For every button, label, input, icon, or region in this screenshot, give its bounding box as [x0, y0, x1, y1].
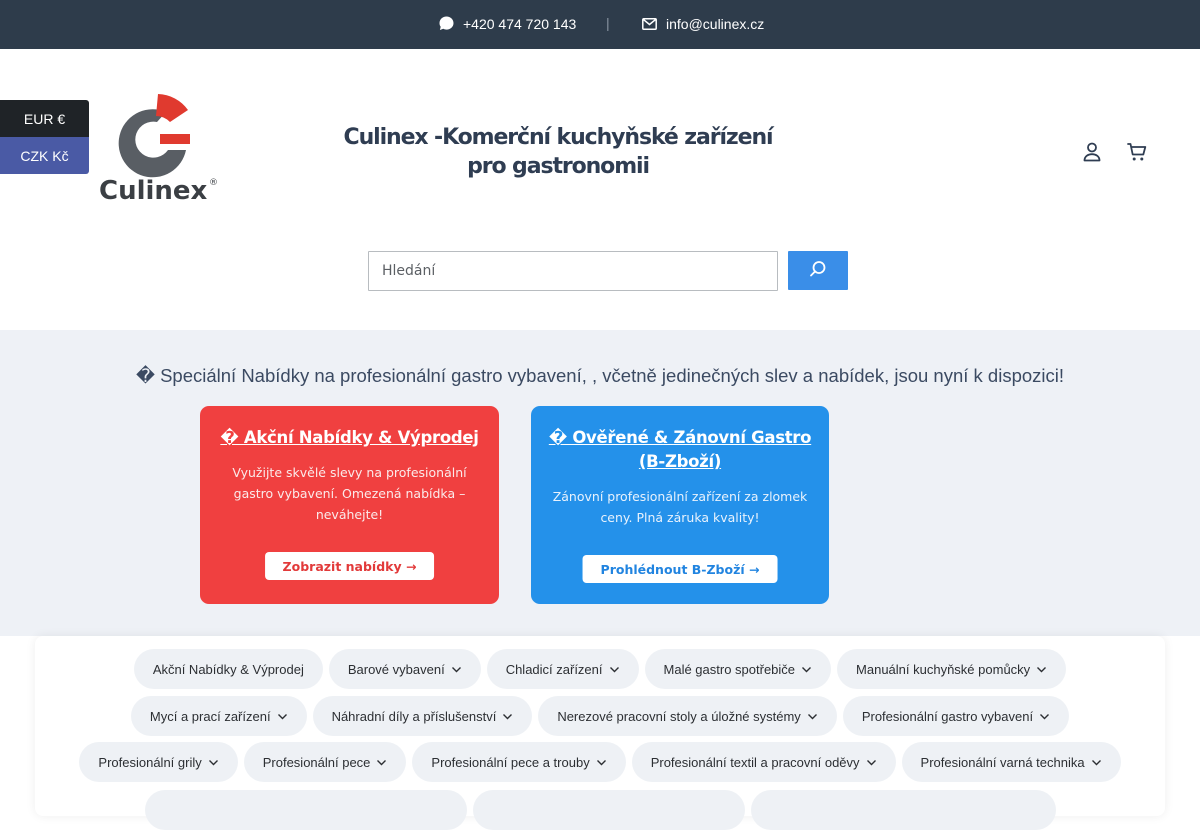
email-address: info@culinex.cz	[666, 15, 765, 32]
category-label: Barové vybavení	[347, 661, 445, 677]
email-contact[interactable]: info@culinex.cz	[641, 15, 764, 32]
chevron-down-icon	[866, 759, 876, 765]
currency-eur-option[interactable]: EUR €	[0, 100, 89, 137]
category-pill[interactable]: Barové vybavení	[328, 649, 481, 689]
category-row: Mycí a prací zařízení Náhradní díly a př…	[0, 696, 1200, 736]
category-label: Manuální kuchyňské pomůcky	[856, 661, 1031, 677]
chevron-down-icon	[807, 713, 817, 719]
chevron-down-icon	[451, 666, 461, 672]
search-button[interactable]	[788, 251, 848, 290]
promo-card-b-goods: � Ověřené & Zánovní Gastro (B-Zboží) Zán…	[531, 406, 829, 604]
category-label: Profesionální textil a pracovní oděvy	[650, 754, 860, 770]
category-pill[interactable]: Akční Nabídky & Výprodej	[133, 649, 323, 689]
category-pill[interactable]: Chladicí zařízení	[486, 649, 639, 689]
category-pill[interactable]	[144, 790, 467, 830]
category-pill[interactable]: Náhradní díly a příslušenství	[312, 696, 533, 736]
contact-separator: |	[606, 15, 610, 31]
category-label: Profesionální varná technika	[920, 754, 1085, 770]
category-pill[interactable]: Malé gastro spotřebiče	[644, 649, 832, 689]
category-label: Akční Nabídky & Výprodej	[152, 661, 304, 677]
chevron-down-icon	[609, 666, 619, 672]
promo-heading: � Speciální Nabídky na profesionální gas…	[135, 365, 1065, 386]
currency-czk-option[interactable]: CZK Kč	[0, 137, 89, 174]
category-pill[interactable]: Nerezové pracovní stoly a úložné systémy	[538, 696, 837, 736]
promo-card-title[interactable]: � Akční Nabídky & Výprodej	[216, 426, 483, 450]
phone-number: +420 474 720 143	[463, 15, 577, 32]
phone-contact[interactable]: +420 474 720 143	[438, 15, 576, 32]
category-label: Profesionální gastro vybavení	[861, 708, 1034, 724]
chat-bubble-icon	[438, 15, 455, 32]
logo-wordmark: Culinex	[99, 176, 208, 204]
category-label: Mycí a prací zařízení	[149, 708, 271, 724]
envelope-icon	[641, 15, 658, 32]
chevron-down-icon	[208, 759, 218, 765]
search-input[interactable]	[368, 251, 778, 291]
category-pill[interactable]: Profesionální pece a trouby	[412, 742, 626, 782]
registered-mark: ®	[209, 178, 218, 188]
category-pill[interactable]	[472, 790, 745, 830]
chevron-down-icon	[503, 713, 513, 719]
user-icon[interactable]	[1082, 141, 1104, 163]
search-icon	[809, 260, 827, 281]
promo-card-text: Zánovní profesionální zařízení za zlomek…	[552, 489, 808, 525]
top-contact-bar: +420 474 720 143 | info@culinex.cz	[0, 0, 1200, 49]
category-pill[interactable]: Profesionální grily	[79, 742, 238, 782]
chevron-down-icon	[277, 713, 287, 719]
category-pill[interactable]: Manuální kuchyňské pomůcky	[837, 649, 1067, 689]
promo-section: � Speciální Nabídky na profesionální gas…	[0, 330, 1200, 636]
category-label: Profesionální pece a trouby	[431, 754, 590, 770]
category-pill[interactable]: Profesionální pece	[243, 742, 407, 782]
chevron-down-icon	[1040, 713, 1050, 719]
site-title: Culinex -Komerční kuchyňské zařízení pro…	[343, 125, 774, 179]
category-label: Chladicí zařízení	[505, 661, 603, 677]
chevron-down-icon	[596, 759, 606, 765]
category-pill[interactable]: Profesionální textil a pracovní oděvy	[631, 742, 896, 782]
category-pill[interactable]	[750, 790, 1056, 830]
category-label: Profesionální pece	[262, 754, 371, 770]
category-pill[interactable]: Profesionální varná technika	[901, 742, 1121, 782]
category-row: Profesionální grily Profesionální pece P…	[0, 742, 1200, 782]
chevron-down-icon	[1091, 759, 1101, 765]
browse-b-goods-button[interactable]: Prohlédnout B-Zboží →	[582, 555, 778, 583]
promo-card-text: Využijte skvělé slevy na profesionální g…	[232, 465, 467, 522]
promo-card-title[interactable]: � Ověřené & Zánovní Gastro (B-Zboží)	[547, 426, 813, 474]
category-pill[interactable]: Profesionální gastro vybavení	[842, 696, 1070, 736]
category-row-partial	[0, 790, 1200, 830]
chevron-down-icon	[1037, 666, 1047, 672]
category-pill[interactable]: Mycí a prací zařízení	[130, 696, 307, 736]
category-row: Akční Nabídky & Výprodej Barové vybavení…	[0, 649, 1200, 689]
category-label: Náhradní díly a příslušenství	[331, 708, 497, 724]
promo-card-sale: � Akční Nabídky & Výprodej Využijte skvě…	[200, 406, 499, 604]
chevron-down-icon	[377, 759, 387, 765]
site-logo[interactable]: Culinex ®	[98, 92, 222, 206]
category-label: Profesionální grily	[98, 754, 202, 770]
show-offers-button[interactable]: Zobrazit nabídky →	[264, 552, 435, 580]
category-label: Nerezové pracovní stoly a úložné systémy	[557, 708, 801, 724]
category-label: Malé gastro spotřebiče	[663, 661, 796, 677]
chevron-down-icon	[802, 666, 812, 672]
cart-icon[interactable]	[1126, 141, 1148, 163]
